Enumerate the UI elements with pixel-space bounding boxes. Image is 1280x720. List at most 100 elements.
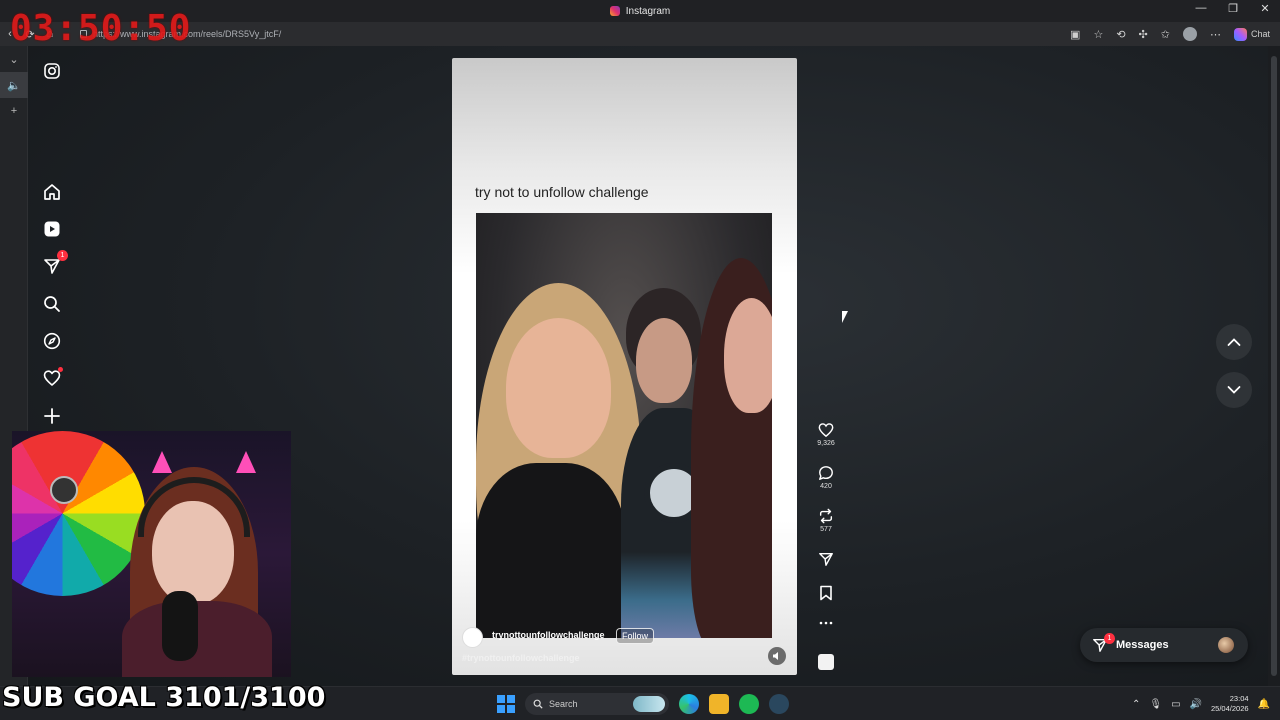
more-icon[interactable]: ⋯ bbox=[1210, 28, 1221, 41]
chevron-up-icon bbox=[1227, 338, 1241, 346]
mute-button[interactable] bbox=[768, 647, 786, 665]
system-tray: ⌃ 🎙 ▭ 🔊 23:04 25/04/2026 🔔 bbox=[1132, 691, 1270, 717]
messages-button[interactable]: 1 Messages bbox=[1080, 628, 1248, 662]
steam-icon[interactable] bbox=[769, 694, 789, 714]
webcam-overlay bbox=[12, 431, 291, 677]
save-action[interactable] bbox=[812, 585, 840, 601]
window-titlebar: Instagram — ❐ ✕ bbox=[0, 0, 1280, 22]
browser-toolbar: ▣ ☆ ⟲ ✣ ✩ ⋯ Chat bbox=[1070, 22, 1270, 46]
account-name[interactable]: trynottounfollowchallenge bbox=[492, 630, 605, 640]
chevron-down-icon bbox=[1227, 386, 1241, 394]
edge-app-icon[interactable] bbox=[679, 694, 699, 714]
page-scrollbar[interactable] bbox=[1268, 46, 1280, 686]
home-icon[interactable] bbox=[42, 182, 62, 202]
instagram-favicon-icon bbox=[609, 6, 620, 16]
taskbar-search-placeholder: Search bbox=[549, 699, 578, 709]
account-avatar[interactable] bbox=[462, 627, 483, 648]
repost-action[interactable]: 577 bbox=[812, 508, 840, 533]
clock-date: 25/04/2026 bbox=[1211, 704, 1249, 713]
instagram-logo-icon[interactable] bbox=[42, 61, 62, 81]
previous-reel-button[interactable] bbox=[1216, 324, 1252, 360]
comment-count: 420 bbox=[820, 483, 832, 490]
reel-footer: trynottounfollowchallenge Follow #trynot… bbox=[462, 624, 787, 668]
extension-icon[interactable]: ⟲ bbox=[1116, 28, 1125, 41]
reels-icon[interactable] bbox=[42, 219, 62, 239]
scrollbar-thumb[interactable] bbox=[1271, 56, 1277, 676]
address-bar: ‹ ⟳ ⌂ https://www.instagram.com/reels/DR… bbox=[0, 22, 1280, 46]
repost-icon bbox=[819, 508, 833, 524]
reel-hashtag[interactable]: #trynottounfollowchallenge bbox=[462, 653, 580, 663]
clock-time: 23:04 bbox=[1229, 694, 1249, 703]
network-icon[interactable]: ▭ bbox=[1171, 699, 1180, 710]
split-screen-icon[interactable]: ▣ bbox=[1070, 28, 1080, 41]
tray-expand-icon[interactable]: ⌃ bbox=[1132, 699, 1140, 710]
heart-icon bbox=[818, 423, 834, 438]
person-left-body bbox=[476, 463, 626, 638]
tab-audio-icon[interactable]: 🔈 bbox=[0, 72, 28, 98]
volume-icon[interactable]: 🔊 bbox=[1190, 699, 1202, 710]
messages-pill-badge: 1 bbox=[1104, 633, 1115, 644]
like-count: 9,326 bbox=[817, 440, 835, 447]
microphone-tray-icon[interactable]: 🎙 bbox=[1149, 699, 1162, 710]
more-options-action[interactable] bbox=[812, 620, 840, 626]
audio-action[interactable] bbox=[812, 654, 840, 670]
windows-start-icon[interactable] bbox=[497, 695, 515, 713]
cat-ear-right bbox=[236, 451, 256, 473]
follow-button[interactable]: Follow bbox=[616, 628, 655, 644]
search-glass-icon bbox=[533, 699, 543, 709]
extensions-icon[interactable]: ✣ bbox=[1139, 28, 1148, 41]
notification-bell-icon[interactable]: 🔔 bbox=[1258, 699, 1270, 710]
audio-thumbnail bbox=[818, 654, 834, 670]
next-reel-button[interactable] bbox=[1216, 372, 1252, 408]
copilot-icon bbox=[1233, 27, 1247, 41]
reel-card[interactable]: try not to unfollow challenge trynottoun… bbox=[452, 58, 797, 675]
taskbar-search[interactable]: Search bbox=[525, 693, 669, 715]
person-right-face bbox=[724, 298, 772, 413]
new-tab-icon[interactable]: + bbox=[0, 98, 28, 124]
repost-count: 577 bbox=[820, 526, 832, 533]
favorite-star-icon[interactable]: ☆ bbox=[1093, 28, 1103, 41]
chat-label: Chat bbox=[1250, 29, 1270, 39]
reel-video[interactable] bbox=[476, 213, 772, 638]
restore-button[interactable]: ❐ bbox=[1224, 2, 1242, 15]
messages-label: Messages bbox=[1116, 639, 1169, 651]
reel-caption: try not to unfollow challenge bbox=[475, 184, 649, 200]
comment-action[interactable]: 420 bbox=[812, 465, 840, 490]
copilot-chat-button[interactable]: Chat bbox=[1233, 27, 1270, 41]
spotify-icon[interactable] bbox=[739, 694, 759, 714]
search-highlight-image bbox=[633, 696, 665, 712]
notifications-icon[interactable] bbox=[42, 367, 63, 388]
chevron-down-icon[interactable]: ⌄ bbox=[0, 46, 28, 72]
screen: Instagram — ❐ ✕ ‹ ⟳ ⌂ https://www.instag… bbox=[0, 0, 1280, 720]
person-middle-face bbox=[636, 318, 692, 403]
profile-avatar[interactable] bbox=[1182, 27, 1197, 41]
sub-goal-overlay: SUB GOAL 3101/3100 bbox=[2, 682, 326, 713]
clock[interactable]: 23:04 25/04/2026 bbox=[1211, 694, 1249, 714]
window-title: Instagram bbox=[625, 5, 671, 17]
close-button[interactable]: ✕ bbox=[1256, 2, 1274, 15]
file-explorer-icon[interactable] bbox=[709, 694, 729, 714]
share-action[interactable] bbox=[812, 551, 840, 567]
speaker-icon bbox=[773, 652, 778, 660]
person-left-face bbox=[506, 318, 611, 458]
comment-icon bbox=[819, 466, 833, 480]
search-icon[interactable] bbox=[42, 294, 62, 314]
microphone bbox=[162, 591, 198, 661]
explore-icon[interactable] bbox=[42, 331, 62, 351]
messages-badge: 1 bbox=[57, 250, 68, 261]
wheel-hub bbox=[50, 476, 78, 504]
streamer-face bbox=[152, 501, 234, 605]
prize-wheel bbox=[12, 431, 145, 596]
like-action[interactable]: 9,326 bbox=[812, 422, 840, 447]
taskbar-apps: Search bbox=[497, 691, 789, 717]
mouse-cursor-icon bbox=[842, 311, 848, 323]
messages-icon[interactable]: 1 bbox=[42, 250, 68, 276]
favorites-icon[interactable]: ✩ bbox=[1161, 28, 1170, 41]
bookmark-icon bbox=[820, 585, 832, 601]
messages-avatar bbox=[1218, 637, 1234, 653]
minimize-button[interactable]: — bbox=[1192, 2, 1210, 15]
more-icon bbox=[819, 621, 833, 625]
cat-ear-left bbox=[152, 451, 172, 473]
notifications-dot bbox=[58, 367, 63, 372]
create-icon[interactable] bbox=[42, 406, 62, 426]
